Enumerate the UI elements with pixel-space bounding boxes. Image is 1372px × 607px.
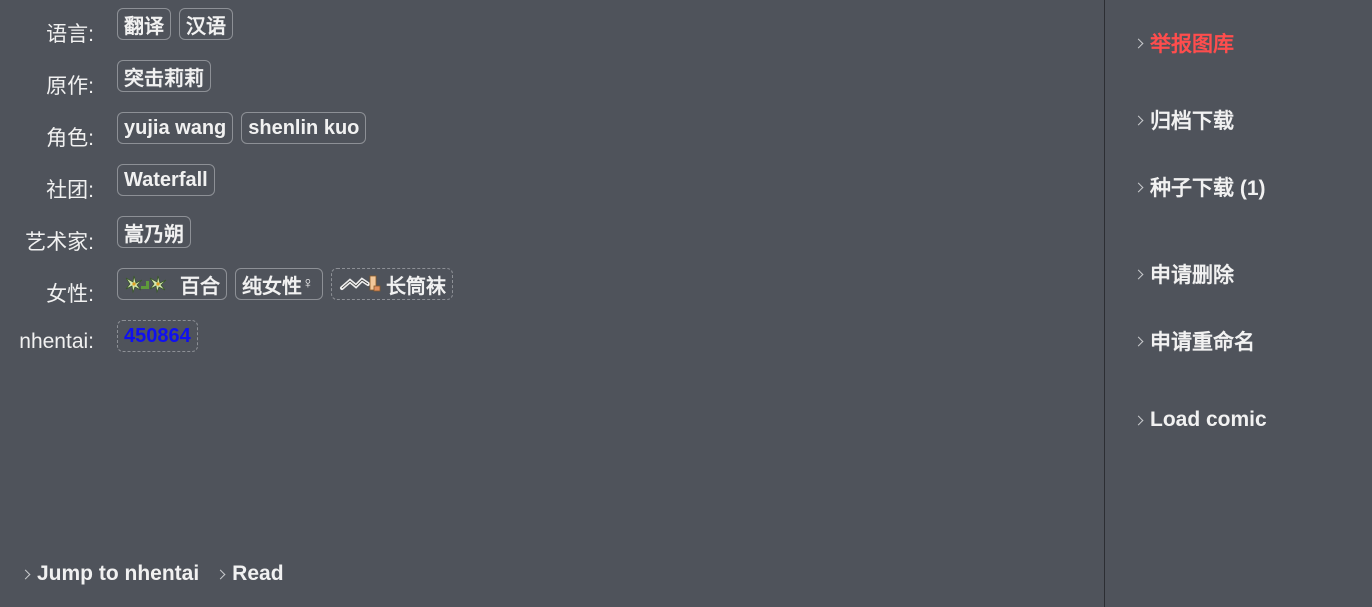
tag-parody-assault-lily[interactable]: 突击莉莉 xyxy=(117,60,211,92)
tag-group-nhentai: 450864 xyxy=(117,320,198,352)
tag-artist[interactable]: 嵩乃朔 xyxy=(117,216,191,248)
chevron-right-icon xyxy=(1133,38,1144,48)
read-link[interactable]: Read xyxy=(215,562,284,586)
tag-group-group: Waterfall xyxy=(117,164,215,196)
stockings-icon xyxy=(338,274,384,294)
side-menu: 举报图库 归档下载 种子下载 (1) 申请删除 申请重命名 Load comic xyxy=(1105,0,1372,607)
request-delete-label: 申请删除 xyxy=(1150,264,1234,287)
tag-panel: 语言: 翻译 汉语 原作: 突击莉莉 角色: yujia wang shenli… xyxy=(0,0,1104,607)
chevron-right-icon xyxy=(1133,269,1144,279)
bottom-links: Jump to nhentai Read xyxy=(20,562,284,586)
tag-group-female: 百合 纯女性 ♀ 长筒袜 xyxy=(117,268,453,300)
load-comic-link[interactable]: Load comic xyxy=(1133,408,1267,432)
chevron-right-icon xyxy=(1133,415,1144,425)
tag-group-language: 翻译 汉语 xyxy=(117,8,233,40)
tag-label-artist: 艺术家: xyxy=(25,231,94,254)
jump-to-nhentai-link[interactable]: Jump to nhentai xyxy=(20,562,200,586)
tag-label-character: 角色: xyxy=(46,127,94,150)
lily-flower-icon xyxy=(124,274,178,294)
tag-list: 语言: 翻译 汉语 原作: 突击莉莉 角色: yujia wang shenli… xyxy=(0,8,1100,372)
tag-group-parody: 突击莉莉 xyxy=(117,60,211,92)
tag-nhentai-id[interactable]: 450864 xyxy=(117,320,198,352)
jump-to-nhentai-label: Jump to nhentai xyxy=(37,562,200,585)
tag-row-parody: 原作: 突击莉莉 xyxy=(0,60,1100,112)
tag-female-females-only-label: 纯女性 xyxy=(242,275,302,298)
tag-chinese[interactable]: 汉语 xyxy=(179,8,233,40)
request-delete-link[interactable]: 申请删除 xyxy=(1133,259,1234,289)
tag-row-character: 角色: yujia wang shenlin kuo xyxy=(0,112,1100,164)
chevron-right-icon xyxy=(20,569,31,579)
tag-female-yuri[interactable]: 百合 xyxy=(117,268,227,300)
tag-row-language: 语言: 翻译 汉语 xyxy=(0,8,1100,60)
request-rename-link[interactable]: 申请重命名 xyxy=(1133,326,1255,356)
tag-label-parody: 原作: xyxy=(46,75,94,98)
female-symbol-icon: ♀ xyxy=(302,275,314,292)
tag-row-artist: 艺术家: 嵩乃朔 xyxy=(0,216,1100,268)
tag-label-language: 语言: xyxy=(46,23,94,46)
tag-character-yujia-wang[interactable]: yujia wang xyxy=(117,112,234,144)
chevron-right-icon xyxy=(1133,336,1144,346)
tag-character-shenlin-kuo[interactable]: shenlin kuo xyxy=(241,112,367,144)
report-gallery-label: 举报图库 xyxy=(1150,33,1234,56)
tag-female-females-only[interactable]: 纯女性 ♀ xyxy=(235,268,323,300)
chevron-right-icon xyxy=(1133,115,1144,125)
torrent-download-link[interactable]: 种子下载 (1) xyxy=(1133,172,1266,202)
nhentai-id-link[interactable]: 450864 xyxy=(124,325,191,348)
archive-download-link[interactable]: 归档下载 xyxy=(1133,105,1234,135)
tag-group-waterfall[interactable]: Waterfall xyxy=(117,164,215,196)
read-label: Read xyxy=(232,562,284,585)
chevron-right-icon xyxy=(1133,182,1144,192)
tag-row-female: 女性: 百合 纯女性 ♀ 长筒袜 xyxy=(0,268,1100,320)
chevron-right-icon xyxy=(215,569,226,579)
load-comic-label: Load comic xyxy=(1150,408,1267,431)
tag-label-female: 女性: xyxy=(46,283,94,306)
tag-row-group: 社团: Waterfall xyxy=(0,164,1100,216)
tag-row-nhentai: nhentai: 450864 xyxy=(0,320,1100,372)
tag-label-group: 社团: xyxy=(46,179,94,202)
report-gallery-link[interactable]: 举报图库 xyxy=(1133,28,1234,58)
gallery-page: 语言: 翻译 汉语 原作: 突击莉莉 角色: yujia wang shenli… xyxy=(0,0,1372,607)
torrent-download-label: 种子下载 (1) xyxy=(1150,177,1266,200)
tag-female-stockings[interactable]: 长筒袜 xyxy=(331,268,453,300)
request-rename-label: 申请重命名 xyxy=(1150,331,1255,354)
tag-female-yuri-label: 百合 xyxy=(180,275,220,298)
tag-label-nhentai: nhentai: xyxy=(19,330,94,353)
tag-group-artist: 嵩乃朔 xyxy=(117,216,191,248)
tag-translated[interactable]: 翻译 xyxy=(117,8,171,40)
tag-female-stockings-label: 长筒袜 xyxy=(386,275,446,298)
archive-download-label: 归档下载 xyxy=(1150,110,1234,133)
tag-group-character: yujia wang shenlin kuo xyxy=(117,112,367,144)
